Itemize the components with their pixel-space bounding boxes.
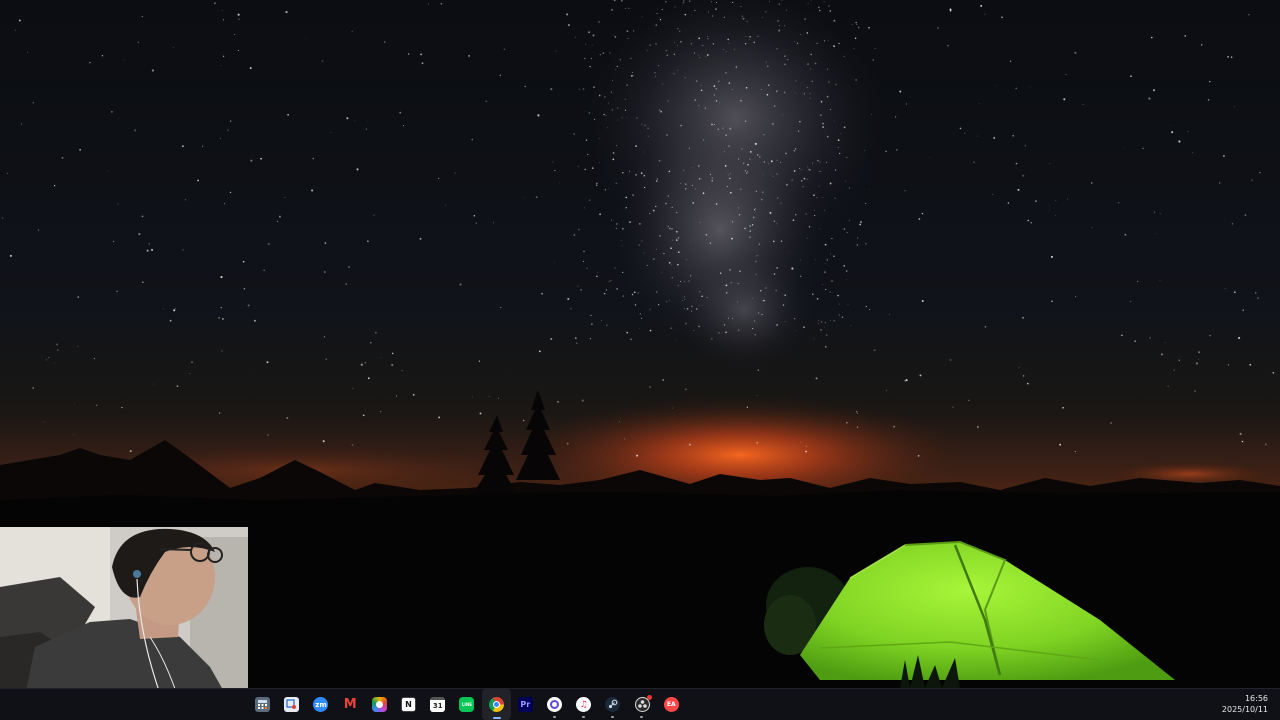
system-clock[interactable]: 16:56 2025/10/11 <box>1222 693 1268 715</box>
taskbar-app-calculator[interactable] <box>248 689 277 720</box>
taskbar-app-gmail[interactable]: M <box>336 689 365 720</box>
taskbar-app-ea[interactable]: EA <box>657 689 686 720</box>
taskbar-app-obs[interactable] <box>627 689 656 720</box>
taskbar-app-photos[interactable] <box>365 689 394 720</box>
taskbar-app-itunes[interactable]: ♫ <box>569 689 598 720</box>
chrome-icon <box>488 697 504 712</box>
taskbar-app-calendar[interactable]: 31 <box>423 689 452 720</box>
snipping-tool-icon <box>284 697 300 712</box>
taskbar-app-steam[interactable] <box>598 689 627 720</box>
taskbar-app-notion[interactable]: N <box>394 689 423 720</box>
premiere-pro-icon: Pr <box>517 697 533 712</box>
itunes-icon: ♫ <box>576 697 592 712</box>
taskbar-app-snipping-tool[interactable] <box>277 689 306 720</box>
recording-badge-icon <box>646 695 652 700</box>
taskbar-app-line[interactable]: LINE <box>452 689 481 720</box>
assistant-app-icon <box>546 697 562 712</box>
photos-icon <box>371 697 387 712</box>
calculator-icon <box>255 697 271 712</box>
taskbar-pinned-apps: zm M N 31 LINE Pr ♫ EA <box>248 689 686 720</box>
notion-icon: N <box>401 697 417 712</box>
taskbar-app-chrome[interactable] <box>481 689 511 720</box>
clock-time: 16:56 <box>1244 694 1268 703</box>
taskbar-app-premiere-pro[interactable]: Pr <box>511 689 540 720</box>
taskbar: zm M N 31 LINE Pr ♫ EA 16:56 2025/10/11 <box>0 688 1280 720</box>
zoom-icon: zm <box>313 697 329 712</box>
steam-icon <box>605 697 621 712</box>
calendar-icon: 31 <box>430 697 446 712</box>
clock-date: 2025/10/11 <box>1221 705 1268 714</box>
ea-app-icon: EA <box>663 697 679 712</box>
taskbar-app-zoom[interactable]: zm <box>306 689 335 720</box>
gmail-icon: M <box>343 697 357 712</box>
taskbar-app-assistant[interactable] <box>540 689 569 720</box>
obs-icon <box>634 695 652 712</box>
line-icon: LINE <box>459 697 475 712</box>
